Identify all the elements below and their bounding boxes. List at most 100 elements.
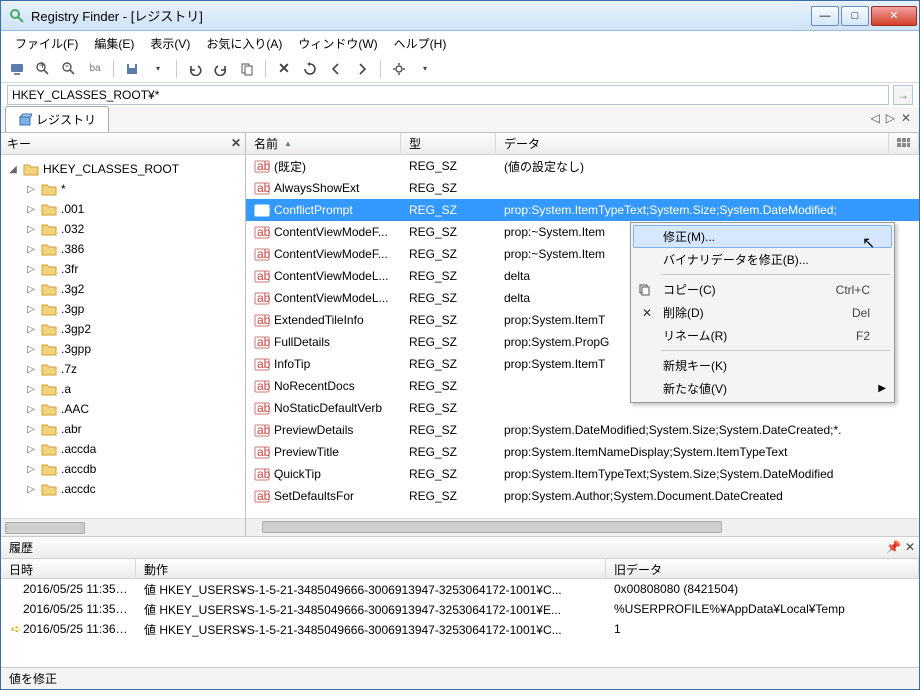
scroll-thumb[interactable] <box>262 521 722 533</box>
titlebar[interactable]: Registry Finder - [レジストリ] — □ ✕ <box>1 1 919 31</box>
hist-col-olddata[interactable]: 旧データ <box>606 559 919 578</box>
tool-computer-icon[interactable] <box>7 59 27 79</box>
window-buttons: — □ ✕ <box>811 6 917 26</box>
address-go-button[interactable]: → <box>893 85 913 105</box>
tree-item[interactable]: ▷.accdb <box>3 459 243 479</box>
tree-expand-icon[interactable]: ▷ <box>25 404 37 415</box>
menu-window[interactable]: ウィンドウ(W) <box>290 32 385 55</box>
history-row[interactable]: ➪2016/05/25 11:36:38値 HKEY_USERS¥S-1-5-2… <box>1 619 919 639</box>
tool-save-icon[interactable] <box>122 59 142 79</box>
tool-delete-icon[interactable]: ✕ <box>274 59 294 79</box>
tree-expand-icon[interactable]: ▷ <box>25 384 37 395</box>
list-hscrollbar[interactable] <box>246 518 919 536</box>
tree-item[interactable]: ▷.001 <box>3 199 243 219</box>
tool-nav-right-icon[interactable] <box>352 59 372 79</box>
tree-expand-icon[interactable]: ▷ <box>25 284 37 295</box>
col-name[interactable]: 名前▲ <box>246 133 401 154</box>
menu-favorites[interactable]: お気に入り(A) <box>198 32 290 55</box>
tree-expand-icon[interactable]: ▷ <box>25 424 37 435</box>
tree-item[interactable]: ▷.3gp2 <box>3 319 243 339</box>
hist-col-datetime[interactable]: 日時 <box>1 559 136 578</box>
tree-expand-icon[interactable]: ▷ <box>25 324 37 335</box>
tab-registry[interactable]: レジストリ <box>5 106 109 132</box>
close-button[interactable]: ✕ <box>871 6 917 26</box>
ctx-delete[interactable]: ✕削除(D)Del <box>633 301 892 324</box>
tree-item[interactable]: ▷.a <box>3 379 243 399</box>
hist-col-action[interactable]: 動作 <box>136 559 606 578</box>
table-row[interactable]: abConflictPromptREG_SZprop:System.ItemTy… <box>246 199 919 221</box>
menu-view[interactable]: 表示(V) <box>142 32 198 55</box>
table-row[interactable]: abAlwaysShowExtREG_SZ <box>246 177 919 199</box>
ctx-modify-binary[interactable]: バイナリデータを修正(B)... <box>633 248 892 271</box>
menu-help[interactable]: ヘルプ(H) <box>386 32 455 55</box>
tree-item[interactable]: ▷.accdc <box>3 479 243 499</box>
ctx-rename[interactable]: リネーム(R)F2 <box>633 324 892 347</box>
tree-item[interactable]: ▷* <box>3 179 243 199</box>
minimize-button[interactable]: — <box>811 6 839 26</box>
tool-text-icon[interactable]: ba <box>85 59 105 79</box>
tree-item[interactable]: ▷.3gp <box>3 299 243 319</box>
maximize-button[interactable]: □ <box>841 6 869 26</box>
tool-copy-icon[interactable] <box>237 59 257 79</box>
tree-hscrollbar[interactable] <box>1 518 245 536</box>
tree-item[interactable]: ▷.3gpp <box>3 339 243 359</box>
history-row[interactable]: 2016/05/25 11:35:51値 HKEY_USERS¥S-1-5-21… <box>1 579 919 599</box>
toolbar-separator <box>265 60 266 78</box>
table-row[interactable]: abQuickTipREG_SZprop:System.ItemTypeText… <box>246 463 919 485</box>
tree-expand-icon[interactable]: ▷ <box>25 364 37 375</box>
tool-settings-icon[interactable] <box>389 59 409 79</box>
ctx-new-value[interactable]: 新たな値(V)▶ <box>633 377 892 400</box>
tree-expand-icon[interactable]: ▷ <box>25 304 37 315</box>
history-row[interactable]: 2016/05/25 11:35:58値 HKEY_USERS¥S-1-5-21… <box>1 599 919 619</box>
tool-nav-left-icon[interactable] <box>326 59 346 79</box>
tree-expand-icon[interactable]: ▷ <box>25 484 37 495</box>
tree-item[interactable]: ▷.accda <box>3 439 243 459</box>
tree-expand-icon[interactable]: ▷ <box>25 224 37 235</box>
tool-zoom-out-icon[interactable]: - <box>59 59 79 79</box>
tree-expand-icon[interactable]: ▷ <box>25 204 37 215</box>
ctx-copy[interactable]: コピー(C)Ctrl+C <box>633 278 892 301</box>
scroll-thumb[interactable] <box>5 522 85 534</box>
history-body[interactable]: 2016/05/25 11:35:51値 HKEY_USERS¥S-1-5-21… <box>1 579 919 667</box>
address-input[interactable] <box>7 85 889 105</box>
tree-expand-icon[interactable]: ▷ <box>25 264 37 275</box>
tool-dropdown-icon[interactable]: ▾ <box>148 59 168 79</box>
tree-expand-icon[interactable]: ▷ <box>25 464 37 475</box>
menu-edit[interactable]: 編集(E) <box>86 32 142 55</box>
menu-file[interactable]: ファイル(F) <box>7 32 86 55</box>
tree-expand-icon[interactable]: ▷ <box>25 444 37 455</box>
tool-refresh-icon[interactable] <box>300 59 320 79</box>
tab-close-icon[interactable]: ✕ <box>899 111 913 125</box>
table-row[interactable]: ab(既定)REG_SZ(値の設定なし) <box>246 155 919 177</box>
tree-item[interactable]: ▷.7z <box>3 359 243 379</box>
tree-expand-icon[interactable]: ▷ <box>25 184 37 195</box>
table-row[interactable]: abSetDefaultsForREG_SZprop:System.Author… <box>246 485 919 507</box>
tool-undo-icon[interactable] <box>185 59 205 79</box>
tree-item[interactable]: ▷.386 <box>3 239 243 259</box>
tree-collapse-icon[interactable]: ◢ <box>7 164 19 175</box>
col-data[interactable]: データ <box>496 133 889 154</box>
tab-next-icon[interactable]: ▷ <box>884 111 897 125</box>
pin-icon[interactable]: 📌 <box>886 540 901 554</box>
tool-redo-icon[interactable] <box>211 59 231 79</box>
tree-item[interactable]: ▷.3g2 <box>3 279 243 299</box>
table-row[interactable]: abPreviewTitleREG_SZprop:System.ItemName… <box>246 441 919 463</box>
tree[interactable]: ◢ HKEY_CLASSES_ROOT ▷*▷.001▷.032▷.386▷.3… <box>1 155 245 518</box>
tree-root[interactable]: ◢ HKEY_CLASSES_ROOT <box>3 159 243 179</box>
tree-expand-icon[interactable]: ▷ <box>25 344 37 355</box>
tree-close-icon[interactable]: ✕ <box>231 136 241 150</box>
tree-item[interactable]: ▷.3fr <box>3 259 243 279</box>
ctx-new-key[interactable]: 新規キー(K) <box>633 354 892 377</box>
tree-expand-icon[interactable]: ▷ <box>25 244 37 255</box>
history-close-icon[interactable]: ✕ <box>905 540 915 554</box>
col-viewmode[interactable] <box>889 133 919 154</box>
tool-zoom-in-icon[interactable]: + <box>33 59 53 79</box>
tree-item[interactable]: ▷.AAC <box>3 399 243 419</box>
table-row[interactable]: abPreviewDetailsREG_SZprop:System.DateMo… <box>246 419 919 441</box>
tree-item[interactable]: ▷.032 <box>3 219 243 239</box>
tab-prev-icon[interactable]: ◁ <box>868 111 881 125</box>
ctx-modify[interactable]: 修正(M)... <box>633 225 892 248</box>
col-type[interactable]: 型 <box>401 133 496 154</box>
tree-item[interactable]: ▷.abr <box>3 419 243 439</box>
tool-dropdown2-icon[interactable]: ▾ <box>415 59 435 79</box>
